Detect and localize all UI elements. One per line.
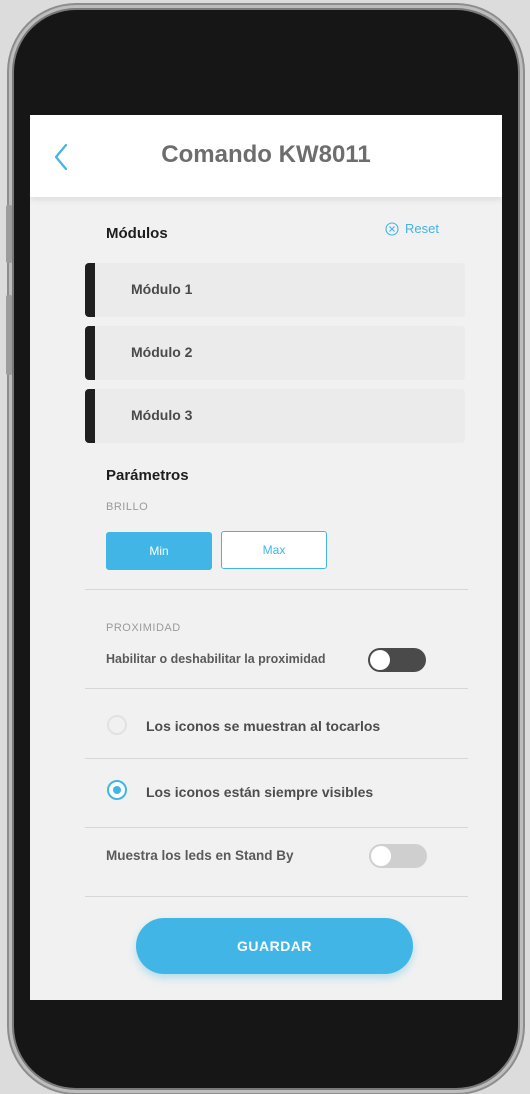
close-circle-icon: [385, 221, 399, 236]
proximity-toggle-label: Habilitar o deshabilitar la proximidad: [106, 652, 326, 666]
module-item-1[interactable]: Módulo 1: [85, 263, 465, 317]
save-button[interactable]: GUARDAR: [136, 918, 413, 974]
module-label: Módulo 2: [131, 344, 193, 360]
icons-on-touch-radio[interactable]: [107, 715, 127, 735]
module-item-3[interactable]: Módulo 3: [85, 389, 465, 443]
phone-side-button-bottom: [6, 295, 12, 375]
parameters-title: Parámetros: [106, 467, 189, 484]
module-label: Módulo 1: [131, 281, 193, 297]
reset-button[interactable]: Reset: [385, 221, 439, 236]
standby-label: Muestra los leds en Stand By: [106, 848, 294, 863]
reset-label: Reset: [405, 221, 439, 236]
proximity-toggle[interactable]: [368, 648, 426, 672]
toggle-knob: [370, 650, 390, 670]
proximity-label: PROXIMIDAD: [106, 622, 181, 634]
toggle-knob: [371, 846, 391, 866]
icons-on-touch-label: Los iconos se muestran al tocarlos: [146, 718, 381, 734]
divider: [85, 758, 468, 759]
module-item-2[interactable]: Módulo 2: [85, 326, 465, 380]
phone-side-button-top: [6, 205, 12, 263]
divider: [85, 896, 468, 897]
app-header: Comando KW8011: [30, 115, 502, 197]
divider: [85, 589, 468, 590]
module-indicator-bar: [85, 263, 95, 317]
page-title: Comando KW8011: [161, 141, 371, 168]
brightness-max-button[interactable]: Max: [221, 531, 327, 569]
app-screen: Comando KW8011 Módulos Reset Módulo 1 Mó…: [30, 115, 502, 1000]
module-indicator-bar: [85, 326, 95, 380]
brightness-label: BRILLO: [106, 501, 149, 513]
icons-always-visible-radio[interactable]: [107, 780, 127, 800]
standby-toggle[interactable]: [369, 844, 427, 868]
radio-selected-dot: [113, 786, 121, 794]
icons-always-visible-label: Los iconos están siempre visibles: [146, 784, 374, 800]
module-indicator-bar: [85, 389, 95, 443]
brightness-min-button[interactable]: Min: [106, 532, 212, 570]
divider: [85, 688, 468, 689]
modules-title: Módulos: [106, 225, 168, 242]
module-label: Módulo 3: [131, 407, 193, 423]
divider: [85, 827, 468, 828]
